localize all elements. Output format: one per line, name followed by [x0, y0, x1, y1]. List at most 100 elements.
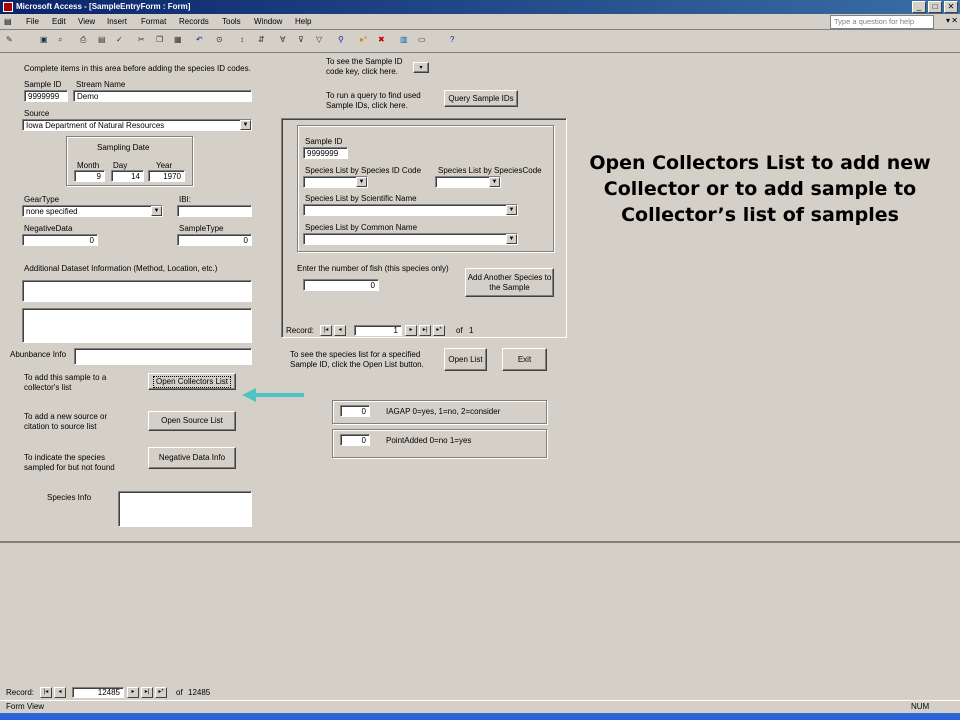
apply-filter-icon[interactable]: ▽ [316, 35, 330, 48]
exit-button[interactable]: Exit [502, 348, 547, 371]
new-object-icon[interactable]: ▭ [418, 35, 432, 48]
record-label: Record: [6, 688, 35, 697]
scientific-name-select[interactable]: ▼ [303, 204, 518, 216]
iagap-field[interactable]: 0 [340, 405, 370, 417]
new-record-icon[interactable]: ▸* [360, 35, 374, 48]
next-record-icon[interactable]: ▸ [127, 687, 139, 698]
database-window-icon[interactable]: ▥ [400, 35, 414, 48]
key-text: To see the Sample ID code key, click her… [326, 57, 403, 76]
search-file-icon[interactable]: ⌕ [58, 35, 72, 48]
stream-name-field[interactable]: Demo [73, 90, 252, 102]
iagap-label: IAGAP 0=yes, 1=no, 2=consider [386, 407, 501, 416]
window-controls: _ □ ✕ [912, 1, 958, 13]
common-name-select[interactable]: ▼ [303, 233, 518, 245]
maximize-button[interactable]: □ [928, 1, 942, 13]
record-number[interactable]: 12485 [72, 687, 124, 698]
menu-format[interactable]: Format [141, 17, 166, 26]
negative-data-info-button[interactable]: Negative Data Info [148, 447, 236, 469]
menu-edit[interactable]: Edit [52, 17, 66, 26]
print-icon[interactable]: ⎙ [80, 35, 94, 48]
species-info-field[interactable] [118, 491, 252, 527]
find-icon[interactable]: ⚲ [338, 35, 352, 48]
pointer-arrow-icon [242, 388, 304, 402]
abundance-field[interactable] [74, 348, 252, 365]
geartype-select[interactable]: none specified ▼ [22, 205, 163, 217]
last-record-icon[interactable]: ▸| [419, 325, 431, 336]
help-dropdown-icon[interactable]: ▾ [946, 16, 950, 25]
insert-hyperlink-icon[interactable]: ⊙ [216, 35, 230, 48]
menu-records[interactable]: Records [179, 17, 209, 26]
menu-view[interactable]: View [78, 17, 95, 26]
chevron-down-icon[interactable]: ▼ [240, 120, 251, 130]
new-record-nav-icon[interactable]: ▸* [155, 687, 167, 698]
menu-insert[interactable]: Insert [107, 17, 127, 26]
help-icon[interactable]: ? [450, 35, 464, 48]
sort-descending-icon[interactable]: ⇵ [258, 35, 272, 48]
abundance-label: Abunbance Info [10, 350, 67, 359]
open-collectors-list-button[interactable]: Open Collectors List [148, 373, 236, 390]
pointadded-field[interactable]: 0 [340, 434, 370, 446]
spelling-icon[interactable]: ✓ [116, 35, 130, 48]
sub-record-number[interactable]: 1 [354, 325, 402, 336]
minimize-button[interactable]: _ [912, 1, 926, 13]
filter-form-icon[interactable]: ⊽ [298, 35, 312, 48]
form-menu-icon[interactable]: ▤ [4, 17, 12, 26]
additional-info-label: Additional Dataset Information (Method, … [24, 264, 218, 273]
species-id-code-select[interactable]: ▼ [303, 176, 368, 188]
help-search-input[interactable]: Type a question for help [830, 15, 934, 29]
species-code-select[interactable]: ▼ [435, 176, 501, 188]
chevron-down-icon[interactable]: ▼ [489, 177, 500, 187]
fish-count-field[interactable]: 0 [303, 279, 379, 291]
doc-close-icon[interactable]: ✕ [951, 16, 958, 25]
chevron-down-icon[interactable]: ▼ [151, 206, 162, 216]
code-key-button[interactable]: ▾ [413, 62, 429, 73]
ibi-field[interactable] [177, 205, 252, 217]
fish-count-label: Enter the number of fish (this species o… [297, 264, 449, 273]
first-record-icon[interactable]: |◂ [40, 687, 52, 698]
sort-ascending-icon[interactable]: ↕ [240, 35, 254, 48]
day-field[interactable]: 14 [111, 170, 144, 182]
previous-record-icon[interactable]: ◂ [334, 325, 346, 336]
new-record-nav-icon[interactable]: ▸* [433, 325, 445, 336]
save-icon[interactable]: ▣ [40, 35, 54, 48]
next-record-icon[interactable]: ▸ [405, 325, 417, 336]
open-list-button[interactable]: Open List [444, 348, 487, 371]
undo-icon[interactable]: ↶ [196, 35, 210, 48]
chevron-down-icon[interactable]: ▼ [506, 234, 517, 244]
month-field[interactable]: 9 [74, 170, 105, 182]
close-button[interactable]: ✕ [944, 1, 958, 13]
menu-window[interactable]: Window [254, 17, 282, 26]
view-icon[interactable]: ✎ [6, 35, 20, 48]
intro-text: Complete items in this area before addin… [24, 64, 251, 73]
copy-icon[interactable]: ❐ [156, 35, 170, 48]
filter-selection-icon[interactable]: ∀ [280, 35, 294, 48]
open-source-list-button[interactable]: Open Source List [148, 411, 236, 431]
sub-record-of: of [456, 326, 463, 335]
paste-icon[interactable]: ▦ [174, 35, 188, 48]
print-preview-icon[interactable]: ▤ [98, 35, 112, 48]
source-select[interactable]: Iowa Department of Natural Resources ▼ [22, 119, 252, 131]
delete-record-icon[interactable]: ✖ [378, 35, 392, 48]
negative-data-field[interactable]: 0 [22, 234, 98, 246]
query-sample-ids-button[interactable]: Query Sample IDs [444, 90, 518, 107]
sample-type-field[interactable]: 0 [177, 234, 252, 246]
additional-info-field-2[interactable] [22, 308, 252, 343]
sub-sample-id-field[interactable]: 9999999 [303, 147, 348, 159]
open-collectors-list-label: Open Collectors List [152, 375, 232, 388]
menu-tools[interactable]: Tools [222, 17, 241, 26]
geartype-label: GearType [24, 195, 60, 204]
by-id-label: Species List by Species ID Code [305, 166, 422, 175]
add-another-species-button[interactable]: Add Another Species to the Sample [465, 268, 554, 297]
year-field[interactable]: 1970 [148, 170, 185, 182]
chevron-down-icon[interactable]: ▼ [506, 205, 517, 215]
first-record-icon[interactable]: |◂ [320, 325, 332, 336]
menu-file[interactable]: File [26, 17, 39, 26]
chevron-down-icon[interactable]: ▼ [356, 177, 367, 187]
menu-help[interactable]: Help [295, 17, 311, 26]
additional-info-field-1[interactable] [22, 280, 252, 302]
sample-id-field[interactable]: 9999999 [24, 90, 68, 102]
previous-record-icon[interactable]: ◂ [54, 687, 66, 698]
title-bar: Microsoft Access - [SampleEntryForm : Fo… [0, 0, 960, 14]
cut-icon[interactable]: ✂ [138, 35, 152, 48]
last-record-icon[interactable]: ▸| [141, 687, 153, 698]
